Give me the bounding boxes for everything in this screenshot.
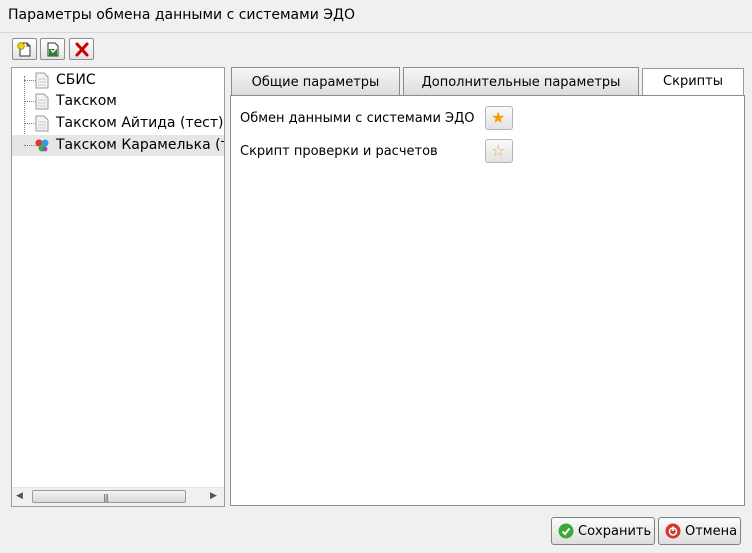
tree-item-label: Такском bbox=[56, 93, 117, 109]
add-button[interactable] bbox=[12, 38, 37, 60]
save-button-label: Сохранить bbox=[578, 524, 652, 539]
window-title: Параметры обмена данными с системами ЭДО bbox=[8, 7, 355, 23]
grip-icon: ||| bbox=[103, 493, 109, 502]
save-icon bbox=[47, 42, 59, 57]
power-off-icon bbox=[665, 523, 681, 539]
save-toolbar-button[interactable] bbox=[40, 38, 65, 60]
document-icon bbox=[35, 115, 49, 132]
delete-icon bbox=[75, 42, 89, 57]
scroll-left-icon[interactable]: ◀ bbox=[16, 491, 23, 501]
star-empty-icon: ☆ bbox=[491, 141, 506, 160]
tab-additional[interactable]: Дополнительные параметры bbox=[403, 67, 639, 96]
scroll-thumb[interactable]: ||| bbox=[32, 490, 186, 503]
tab-general[interactable]: Общие параметры bbox=[231, 67, 400, 96]
document-icon bbox=[35, 72, 49, 89]
check-script-label: Скрипт проверки и расчетов bbox=[240, 144, 438, 159]
add-document-icon bbox=[17, 42, 31, 57]
tree-item-sbis[interactable]: СБИС bbox=[12, 70, 224, 91]
star-filled-icon: ★ bbox=[491, 108, 506, 127]
tree-item-taxcom-karamelka[interactable]: Такском Карамелька (те bbox=[12, 135, 224, 156]
colored-balls-icon bbox=[35, 139, 49, 152]
tab-scripts[interactable]: Скрипты bbox=[642, 68, 744, 95]
cancel-button[interactable]: Отмена bbox=[658, 517, 741, 545]
tree-item-label: Такском Айтида (тест) bbox=[56, 115, 224, 131]
window-titlebar: Параметры обмена данными с системами ЭДО bbox=[0, 0, 752, 33]
tree-horizontal-scrollbar[interactable]: ◀ ||| ▶ bbox=[12, 487, 224, 506]
exchange-script-label: Обмен данными с системами ЭДО bbox=[240, 111, 475, 126]
scripts-panel: Обмен данными с системами ЭДО ★ Скрипт п… bbox=[230, 95, 745, 506]
tree-item-label: Такском Карамелька (те bbox=[56, 137, 225, 153]
tree-item-taxcom-aitida[interactable]: Такском Айтида (тест) bbox=[12, 113, 224, 134]
document-icon bbox=[35, 93, 49, 110]
scroll-right-icon[interactable]: ▶ bbox=[210, 491, 217, 501]
delete-button[interactable] bbox=[69, 38, 94, 60]
cancel-button-label: Отмена bbox=[685, 524, 738, 539]
tree-item-taxcom[interactable]: Такском bbox=[12, 91, 224, 112]
check-script-button[interactable]: ☆ bbox=[485, 139, 513, 163]
exchange-script-button[interactable]: ★ bbox=[485, 106, 513, 130]
tree-item-label: СБИС bbox=[56, 72, 96, 88]
save-button[interactable]: Сохранить bbox=[551, 517, 655, 545]
systems-tree[interactable]: СБИС Такском Такском Айтида (тест) Такск… bbox=[11, 67, 225, 507]
check-circle-icon bbox=[558, 523, 574, 539]
